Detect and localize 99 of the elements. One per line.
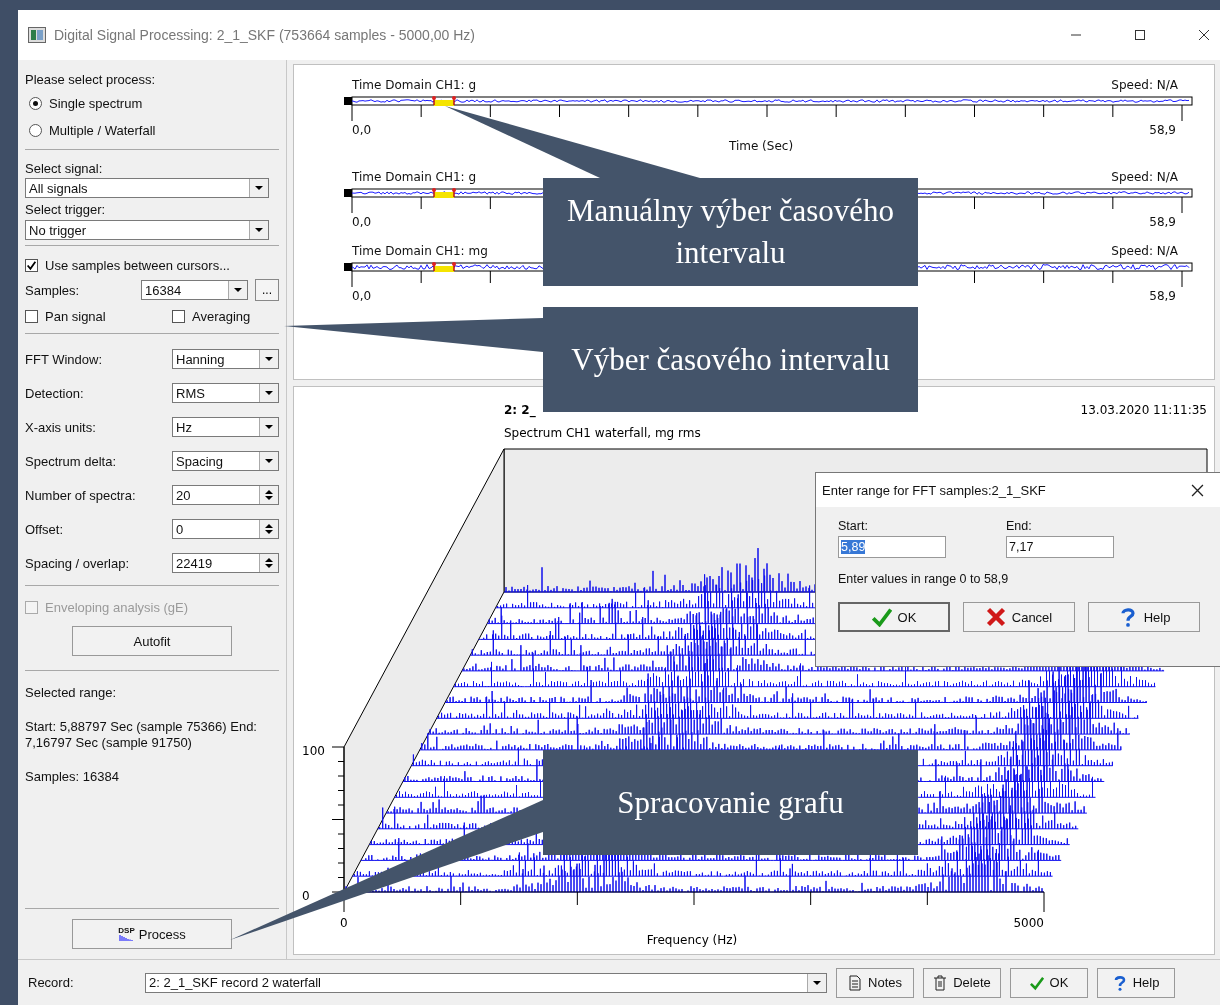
dropdown-arrow-icon [255, 186, 263, 190]
axis-title: Time (Sec) [728, 139, 794, 153]
dropdown-arrow-icon [255, 228, 263, 232]
samples-count: Samples: 16384 [25, 769, 120, 785]
toolbar-button[interactable]: Help [1097, 967, 1175, 998]
setting-label: Spacing / overlap: [25, 555, 130, 571]
radio-button[interactable] [29, 124, 42, 137]
signal-label: Select signal: [25, 160, 103, 176]
trigger-label: Select trigger: [25, 201, 106, 217]
dialog-button[interactable]: Cancel [963, 602, 1075, 632]
range-hint: Enter values in range 0 to 58,9 [838, 572, 1010, 586]
chart-date: 13.03.2020 11:11:35 [1080, 403, 1207, 417]
time-signal-strip[interactable] [344, 95, 1194, 121]
setting-dropdown[interactable]: Hanning [172, 349, 279, 369]
radio-label: Single spectrum [49, 96, 143, 111]
cross-icon [985, 607, 1006, 627]
close-icon[interactable] [1198, 29, 1210, 41]
dropdown-arrow-icon [813, 980, 821, 985]
setting-label: Offset: [25, 521, 64, 537]
dropdown-arrow-icon [265, 391, 273, 395]
samples-dropdown[interactable]: 16384 [141, 280, 248, 300]
process-button[interactable]: DSP Process [72, 919, 232, 949]
axis-title: Frequency (Hz) [646, 933, 738, 947]
setting-spinner[interactable]: 0 [172, 519, 279, 539]
callout-box: Spracovanie grafu [543, 750, 918, 855]
maximize-icon[interactable] [1134, 29, 1146, 41]
checkbox-label: Averaging [192, 308, 251, 324]
setting-dropdown[interactable]: Spacing [172, 451, 279, 471]
chart-subtitle: Spectrum CH1 waterfall, mg rms [504, 426, 701, 440]
checkbox[interactable] [172, 309, 185, 323]
spinner-arrows-icon [265, 557, 273, 569]
checkbox-label: Enveloping analysis (gE) [45, 599, 189, 615]
dialog-title: Enter range for FFT samples:2_1_SKF [822, 482, 1046, 498]
trash-icon [933, 974, 948, 991]
setting-spinner[interactable]: 22419 [172, 553, 279, 573]
end-label: End: [1006, 519, 1033, 533]
end-field[interactable]: 7,17 [1006, 536, 1114, 558]
checkbox[interactable] [25, 309, 38, 323]
window-title: Digital Signal Processing: 2_1_SKF (753664 samples - 5000,00 Hz) [54, 27, 476, 43]
selected-range-text: Start: 5,88797 Sec (sample 75366) End: 7,16797 Sec (sample 91750) [25, 719, 258, 751]
toolbar-button[interactable]: Delete [923, 967, 1001, 998]
browse-button[interactable]: ... [255, 279, 279, 301]
spinner-arrows-icon [265, 523, 273, 535]
setting-dropdown[interactable]: Hz [172, 417, 279, 437]
checkmark-icon [871, 607, 892, 627]
process-heading: Please select process: [25, 71, 156, 87]
setting-spinner[interactable]: 20 [172, 485, 279, 505]
setting-label: FFT Window: [25, 351, 103, 367]
start-field[interactable]: 5,89 [838, 536, 946, 558]
start-label: Start: [838, 519, 869, 533]
axis-label: 0 [302, 889, 310, 903]
axis-label: 100 [302, 744, 325, 758]
dropdown-arrow-icon [265, 425, 273, 429]
axis-label: 58,9 [1149, 289, 1176, 305]
trigger-dropdown[interactable]: No trigger [25, 220, 269, 240]
dialog-button[interactable]: OK [838, 602, 950, 632]
setting-dropdown[interactable]: RMS [172, 383, 279, 403]
checkbox-label: Pan signal [45, 308, 107, 324]
axis-label: 58,9 [1149, 123, 1176, 139]
callout-box: Výber časového intervalu [543, 307, 918, 412]
speed-label: Speed: N/A [1111, 170, 1178, 186]
speed-label: Speed: N/A [1111, 78, 1178, 94]
axis-label: 58,9 [1149, 215, 1176, 231]
axis-label: 0,0 [352, 215, 372, 231]
samples-label: Samples: [25, 282, 81, 298]
checkbox-label: Use samples between cursors... [45, 257, 230, 273]
toolbar-button[interactable]: Notes [836, 967, 914, 998]
axis-label: 0 [340, 916, 348, 930]
checkbox[interactable] [25, 258, 38, 272]
dropdown-arrow-icon [265, 357, 273, 361]
record-dropdown[interactable]: 2: 2_1_SKF record 2 waterfall [145, 972, 827, 993]
chart-title: 2: 2_ [504, 403, 536, 417]
plot-title: Time Domain CH1: g [352, 78, 477, 94]
speed-label: Speed: N/A [1111, 244, 1178, 260]
setting-label: Detection: [25, 385, 84, 401]
axis-label: 5000 [1013, 916, 1044, 930]
record-label: Record: [27, 975, 75, 990]
radio-label: Multiple / Waterfall [49, 123, 156, 138]
toolbar-button[interactable]: OK [1010, 967, 1088, 998]
question-mark-icon [1112, 974, 1127, 991]
dialog-button[interactable]: Help [1088, 602, 1200, 632]
plot-title: Time Domain CH1: g [352, 170, 477, 186]
close-icon[interactable] [1191, 483, 1204, 497]
checkmark-icon [1029, 974, 1044, 991]
dropdown-arrow-icon [265, 459, 273, 463]
selected-range-heading: Selected range: [25, 685, 118, 701]
dropdown-arrow-icon [234, 288, 242, 292]
setting-label: X-axis units: [25, 419, 96, 435]
plot-title: Time Domain CH1: mg [352, 244, 488, 260]
setting-label: Number of spectra: [25, 487, 136, 503]
app-icon [28, 27, 46, 43]
signal-dropdown[interactable]: All signals [25, 178, 269, 198]
spinner-arrows-icon [265, 489, 273, 501]
autofit-button[interactable]: Autofit [72, 626, 232, 656]
axis-label: 0,0 [352, 123, 372, 139]
radio-button[interactable] [29, 97, 42, 110]
axis-label: 0,0 [352, 289, 372, 305]
document-icon [848, 974, 862, 991]
setting-label: Spectrum delta: [25, 453, 117, 469]
